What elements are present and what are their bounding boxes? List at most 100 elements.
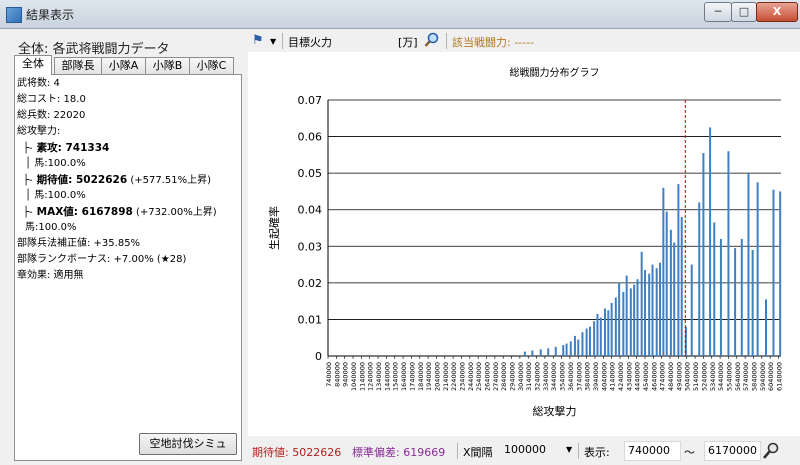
bar (581, 332, 584, 356)
maximize-button[interactable]: □ (731, 2, 757, 22)
x-tick-label: 5440000 (717, 362, 725, 391)
x-tick-label: 5140000 (692, 362, 700, 391)
unit-label: [万] (398, 36, 418, 49)
x-tick-label: 2040000 (433, 362, 441, 391)
x-tick-label: 1440000 (383, 362, 391, 391)
zoom-tool-icon[interactable] (762, 442, 780, 460)
x-tick-label: 3940000 (592, 362, 600, 391)
chart-title: 総戦闘力分布グラフ (510, 66, 600, 79)
bar (640, 251, 643, 356)
bar (772, 189, 775, 356)
chevron-down-icon: ▼ (566, 445, 573, 454)
x-tick-label: 3640000 (567, 362, 575, 391)
stats-line: 総兵数: 22020 (17, 110, 86, 121)
result-window: 結果表示 ─ □ X 全体: 各武将戦闘力データ 全体 部隊長 小隊A 小隊B … (0, 0, 800, 465)
stats-line: ├- 期待値: 5022626 (+577.51%上昇) (17, 172, 237, 188)
bar (577, 339, 580, 356)
interval-dropdown[interactable]: 100000 ▼ (504, 441, 574, 459)
display-label: 表示: (584, 446, 610, 459)
bar (655, 268, 658, 356)
bar (618, 282, 621, 356)
stats-line: 馬:100.0% (25, 222, 77, 233)
field-battle-sim-button[interactable]: 空地討伐シミュ (139, 433, 237, 455)
bar (607, 310, 610, 356)
range-separator: 〜 (684, 446, 695, 459)
x-tick-label: 5340000 (709, 362, 717, 391)
toolbar-separator (446, 33, 447, 49)
range-to-input[interactable]: 6170000 (704, 441, 761, 461)
stats-line: ├- MAX値: 6167898 (+732.00%上昇) (17, 204, 237, 220)
tab-squad-b[interactable]: 小隊B (145, 57, 190, 74)
x-axis-label: 総攻撃力 (533, 404, 577, 418)
x-tick-label: 2340000 (458, 362, 466, 391)
y-tick-label: 0.03 (298, 240, 323, 253)
bar (636, 279, 639, 356)
x-tick-label: 3540000 (559, 362, 567, 391)
x-tick-label: 4140000 (609, 362, 617, 391)
x-tick-label: 4340000 (625, 362, 633, 391)
x-tick-label: 4740000 (659, 362, 667, 391)
x-tick-label: 840000 (333, 362, 341, 387)
bar (569, 341, 572, 356)
bar (690, 264, 693, 356)
bar (727, 151, 730, 356)
tree-branch: ├- (23, 207, 33, 218)
stddev-label: 標準偏差: 619669 (352, 446, 446, 459)
search-icon[interactable] (424, 32, 440, 48)
bar (677, 184, 680, 356)
interval-label: X間隔 (463, 446, 493, 459)
status-bar: 期待値: 5022626 標準偏差: 619669 X間隔 100000 ▼ 表示… (248, 437, 800, 465)
tab-all[interactable]: 全体 (14, 55, 52, 75)
bar (673, 242, 676, 356)
hit-power-label: 該当戦闘力: ----- (452, 36, 535, 49)
x-tick-label: 1140000 (358, 362, 366, 391)
bar (593, 321, 596, 356)
bar (651, 264, 654, 356)
y-tick-label: 0.05 (298, 167, 323, 180)
range-from-input[interactable]: 740000 (624, 441, 681, 461)
flask-icon[interactable]: ⚑ (252, 33, 264, 48)
title-bar[interactable]: 結果表示 ─ □ X (0, 0, 800, 29)
x-tick-label: 1840000 (417, 362, 425, 391)
bar (625, 275, 628, 356)
x-tick-label: 5240000 (700, 362, 708, 391)
x-tick-label: 5840000 (750, 362, 758, 391)
distribution-chart: 総戦闘力分布グラフ 0 0.01 0.02 0.03 0.04 0.05 0.06 0.07 74… (248, 52, 800, 436)
x-tick-label: 3140000 (525, 362, 533, 391)
bar (547, 348, 550, 356)
minimize-button[interactable]: ─ (704, 2, 732, 22)
bar (585, 328, 588, 356)
stats-line: 武将数: 4 (17, 78, 60, 89)
chart-svg: 総戦闘力分布グラフ 0 0.01 0.02 0.03 0.04 0.05 0.06 0.07 74… (267, 66, 783, 418)
tab-commander[interactable]: 部隊長 (54, 57, 102, 74)
target-label: 目標火力 (288, 36, 332, 49)
y-tick-label: 0 (315, 350, 322, 363)
x-tick-label: 3840000 (584, 362, 592, 391)
x-tick-label: 4640000 (650, 362, 658, 391)
chevron-down-icon[interactable]: ▼ (270, 37, 276, 46)
target-power-input[interactable] (342, 31, 398, 51)
x-tick-label: 2640000 (484, 362, 492, 391)
stat-value-bold: 期待値: 5022626 (36, 174, 128, 186)
bar (669, 229, 672, 356)
tab-squad-c[interactable]: 小隊C (189, 57, 234, 74)
x-tick-label: 1640000 (400, 362, 408, 391)
tab-squad-a[interactable]: 小隊A (101, 57, 146, 74)
x-tick-label: 3040000 (517, 362, 525, 391)
bar (740, 238, 743, 356)
close-button[interactable]: X (756, 2, 798, 22)
bar (648, 273, 651, 356)
x-tick-label: 3240000 (534, 362, 542, 391)
bar (603, 308, 606, 356)
stats-line: │ 馬:100.0% (25, 190, 86, 201)
bar (644, 270, 647, 356)
stats-line: 部隊ランクボーナス: +7.00% (★28) (17, 254, 187, 265)
x-tick-label: 4940000 (675, 362, 683, 391)
x-tick-label: 740000 (325, 362, 333, 387)
tree-branch: ├- (23, 175, 33, 186)
x-tick-label: 2540000 (475, 362, 483, 391)
x-tick-label: 2440000 (467, 362, 475, 391)
x-tick-label: 3340000 (542, 362, 550, 391)
stats-text: 武将数: 4 総コスト: 18.0 総兵数: 22020 総攻撃力: ├- 素攻: 741… (17, 76, 237, 421)
bar (747, 173, 750, 356)
